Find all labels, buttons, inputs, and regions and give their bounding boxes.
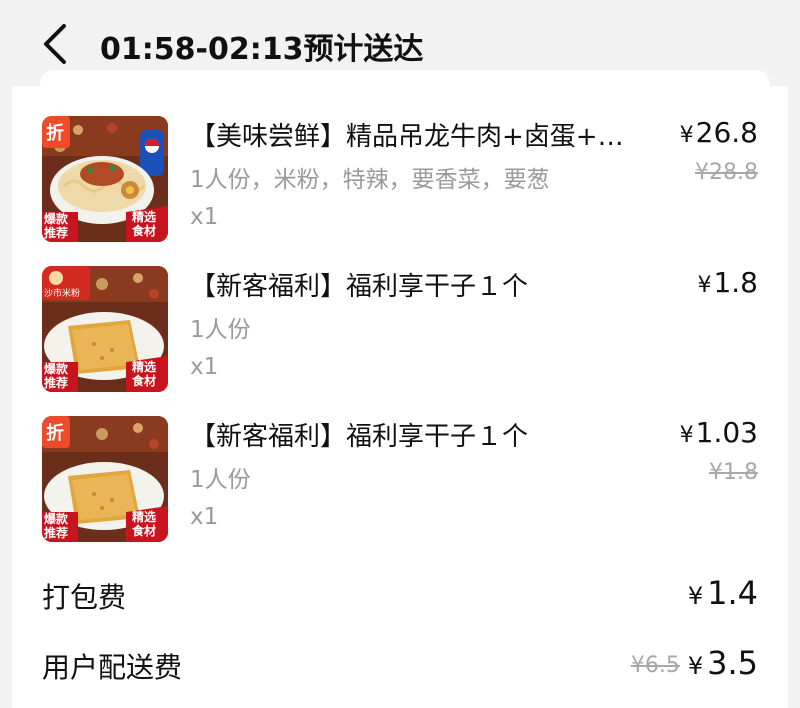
item-quantity: x1 [190, 204, 219, 230]
product-thumbnail: 沙市米粉 爆款推荐 精选食材 [42, 266, 168, 392]
order-item[interactable]: 折 爆款推荐 精选食材 【新客福利】福利享干子１个 1人份 x1 ¥1.03 ¥… [42, 416, 758, 544]
collapsed-card-edge [40, 70, 770, 86]
delivery-fee-value: ¥6.5 ¥3.5 [631, 644, 758, 682]
packing-fee-value: ¥1.4 [688, 574, 758, 612]
delivery-fee-row: 用户配送费 ¥6.5 ¥3.5 [42, 644, 758, 690]
packing-fee-label: 打包费 [42, 581, 127, 614]
discount-tag: 折 [46, 123, 64, 144]
item-price: ¥1.03 [680, 416, 758, 449]
currency-symbol: ¥ [679, 123, 694, 148]
item-price-value: 1.03 [695, 416, 758, 449]
quality-badge: 精选食材 [132, 510, 157, 538]
item-price-value: 1.8 [713, 266, 758, 299]
currency-symbol: ¥ [697, 273, 712, 298]
back-arrow-icon[interactable] [36, 22, 76, 66]
item-quantity: x1 [190, 504, 219, 530]
packing-fee-amount: 1.4 [707, 574, 758, 612]
brand-tag: 沙市米粉 [44, 289, 81, 299]
item-price: ¥26.8 [680, 116, 758, 149]
item-original-price: ¥1.8 [709, 460, 758, 485]
currency-symbol: ¥ [679, 423, 694, 448]
item-quantity: x1 [190, 354, 219, 380]
item-name: 【新客福利】福利享干子１个 [190, 272, 529, 302]
delivery-time-title: 01:58-02:13预计送达 [100, 32, 424, 67]
hot-badge: 爆款推荐 [44, 362, 69, 390]
product-thumbnail: 折 爆款推荐 精选食材 [42, 116, 168, 242]
hot-badge: 爆款推荐 [44, 212, 69, 240]
product-thumbnail: 折 爆款推荐 精选食材 [42, 416, 168, 542]
item-original-price: ¥28.8 [695, 160, 758, 185]
item-spec: 1人份，米粉，特辣，要香菜，要葱 [190, 167, 550, 193]
discount-tag: 折 [46, 423, 64, 444]
order-item[interactable]: 折 爆款推荐 精选食材 【美味尝鲜】精品吊龙牛肉+卤蛋+… 1人份，米粉，特辣，… [42, 116, 758, 244]
item-price-value: 26.8 [695, 116, 758, 149]
item-name: 【美味尝鲜】精品吊龙牛肉+卤蛋+… [190, 122, 624, 152]
item-name: 【新客福利】福利享干子１个 [190, 422, 529, 452]
currency-symbol: ¥ [687, 652, 704, 680]
currency-symbol: ¥ [687, 582, 704, 610]
quality-badge: 精选食材 [132, 360, 157, 388]
delivery-fee-label: 用户配送费 [42, 651, 183, 684]
item-price: ¥1.8 [697, 266, 758, 299]
order-item[interactable]: 沙市米粉 爆款推荐 精选食材 【新客福利】福利享干子１个 1人份 x1 ¥1.8 [42, 266, 758, 394]
quality-badge: 精选食材 [132, 210, 157, 238]
packing-fee-row: 打包费 ¥1.4 [42, 574, 758, 620]
item-spec: 1人份 [190, 467, 251, 493]
delivery-fee-amount: 3.5 [707, 644, 758, 682]
item-spec: 1人份 [190, 317, 251, 343]
hot-badge: 爆款推荐 [44, 512, 69, 540]
delivery-fee-original: ¥6.5 [630, 653, 680, 678]
